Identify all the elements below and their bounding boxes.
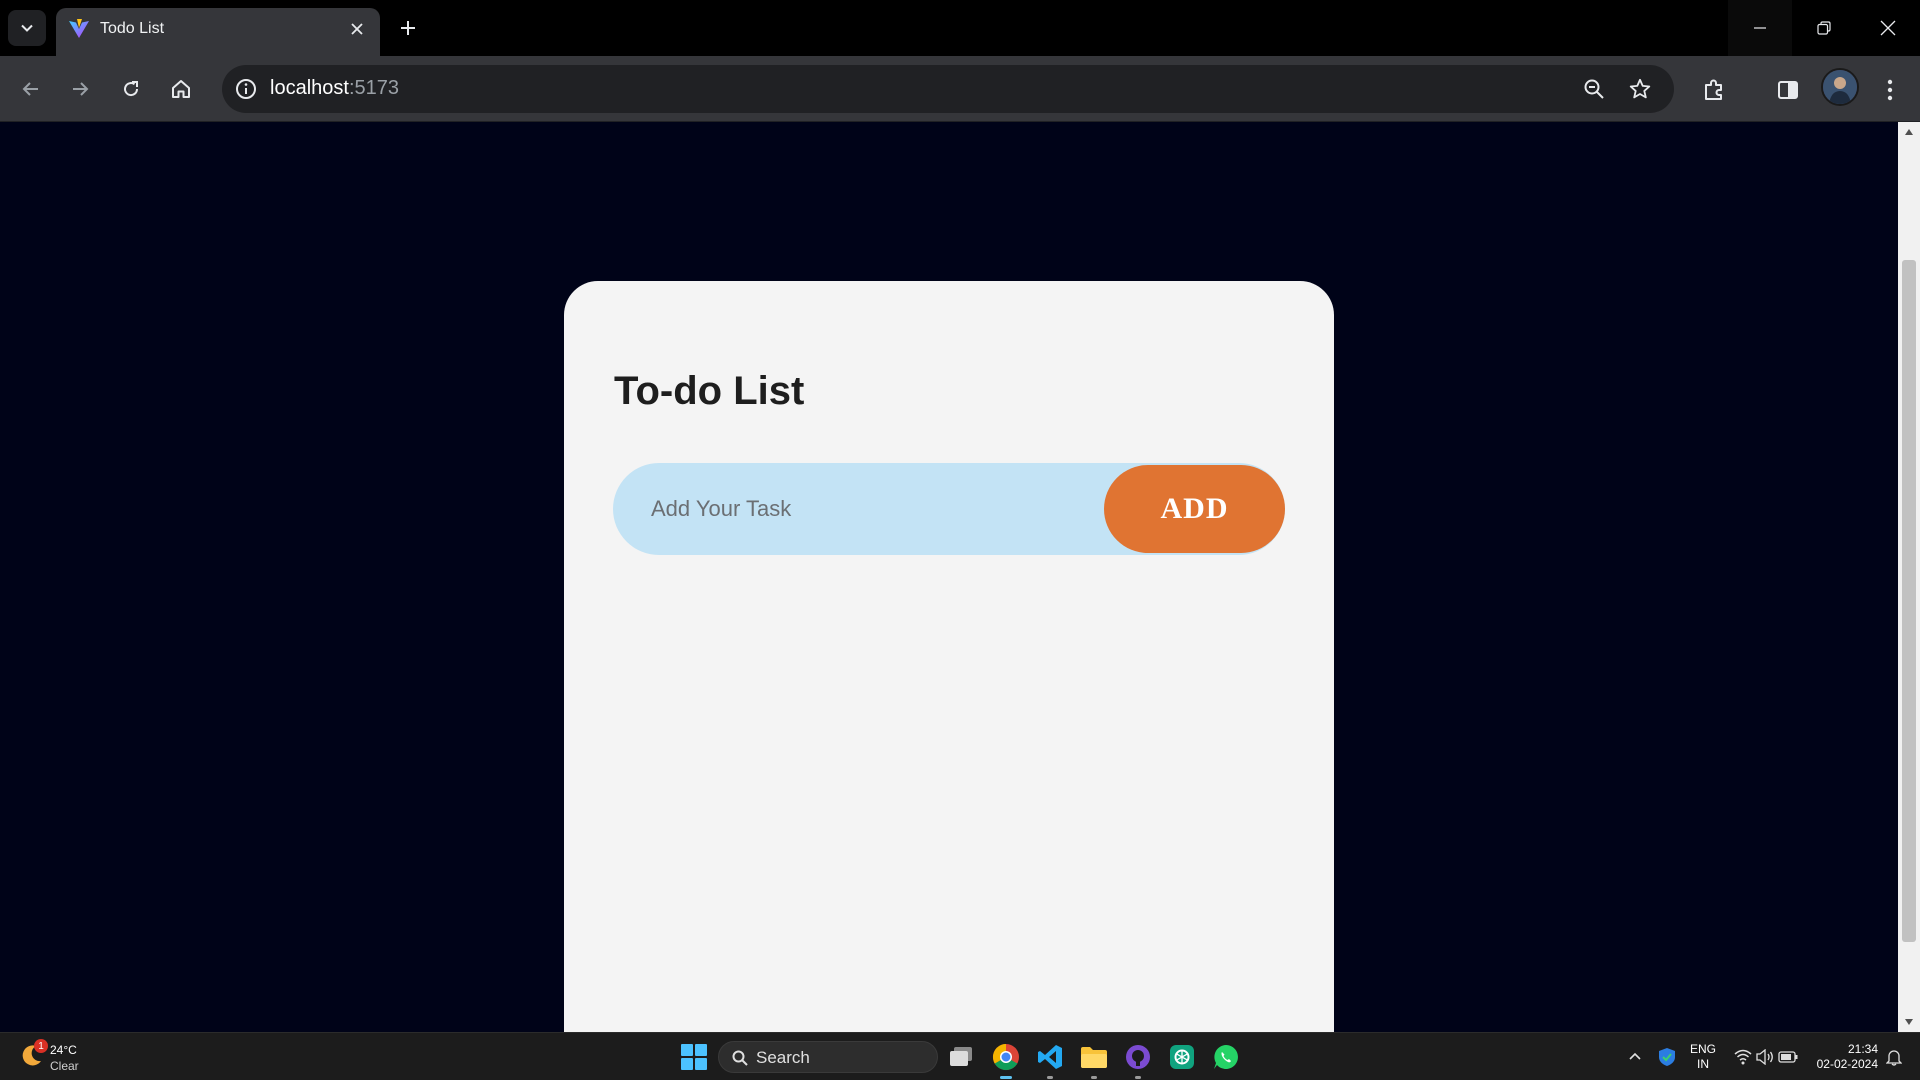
tab-todo-list[interactable]: Todo List (56, 8, 380, 56)
extensions-button[interactable] (1700, 76, 1728, 104)
volume-icon[interactable] (1756, 1049, 1774, 1065)
tab-title: Todo List (100, 20, 165, 37)
info-icon[interactable] (234, 77, 258, 101)
url-port: :5173 (348, 77, 399, 99)
arrow-left-icon (22, 82, 38, 96)
chevron-up-icon[interactable] (1628, 1051, 1642, 1061)
scroll-up-button[interactable] (1898, 122, 1920, 142)
active-indicator (1000, 1076, 1012, 1079)
task-input[interactable] (651, 463, 1091, 555)
home-icon (172, 80, 190, 98)
todo-card: To-do List ADD (564, 281, 1334, 1080)
search-icon (732, 1050, 748, 1066)
taskbar-chrome[interactable] (990, 1041, 1022, 1079)
scroll-thumb[interactable] (1902, 260, 1916, 942)
taskbar-whatsapp[interactable] (1210, 1041, 1242, 1073)
running-indicator (1135, 1076, 1141, 1079)
taskbar-github-desktop[interactable] (1122, 1041, 1154, 1079)
vscode-icon (1038, 1045, 1062, 1069)
wifi-icon[interactable] (1734, 1049, 1752, 1065)
tab-strip: Todo List (0, 0, 1920, 56)
running-indicator (1047, 1076, 1053, 1079)
task-input-row: ADD (613, 463, 1285, 555)
page-viewport: To-do List ADD (0, 122, 1898, 1080)
chatgpt-icon (1170, 1045, 1194, 1069)
running-indicator (1091, 1076, 1097, 1079)
side-panel-button[interactable] (1774, 76, 1802, 104)
language-code: ENG (1690, 1042, 1717, 1056)
whatsapp-icon (1214, 1045, 1238, 1069)
vite-logo-icon (69, 19, 89, 38)
close-icon (351, 23, 363, 35)
profile-avatar[interactable] (1821, 68, 1859, 106)
weather-temperature: 24°C (50, 1043, 77, 1057)
star-icon[interactable] (1628, 77, 1652, 101)
weather-condition: Clear (50, 1059, 79, 1073)
restore-button[interactable] (1792, 0, 1856, 56)
battery-icon[interactable] (1778, 1050, 1798, 1064)
chevron-down-icon (21, 24, 33, 32)
url-host: localhost (270, 77, 349, 99)
arrow-right-icon (73, 82, 89, 96)
weather-widget[interactable]: 1 24°C Clear (18, 1039, 98, 1075)
taskbar-search[interactable]: Search (718, 1041, 938, 1073)
menu-button[interactable] (1876, 76, 1904, 104)
tab-search-button[interactable] (8, 10, 46, 46)
scroll-down-button[interactable] (1898, 1012, 1920, 1032)
plus-icon (401, 21, 415, 35)
windows-taskbar: 1 24°C Clear Search ENG IN 21:34 02-02-2… (0, 1032, 1920, 1080)
weather-badge: 1 (34, 1039, 48, 1053)
user-avatar-icon (1823, 70, 1857, 104)
back-button[interactable] (14, 72, 48, 106)
page-title: To-do List (614, 369, 805, 413)
chrome-icon (992, 1043, 1019, 1071)
zoom-icon[interactable] (1582, 77, 1606, 101)
folder-icon (1081, 1047, 1107, 1068)
close-icon (1880, 20, 1896, 36)
github-icon (1126, 1045, 1150, 1069)
page-scrollbar[interactable] (1898, 122, 1920, 1032)
security-shield-icon[interactable] (1658, 1047, 1676, 1067)
minimize-button[interactable] (1728, 0, 1792, 56)
clock-date: 02-02-2024 (1816, 1057, 1878, 1071)
window-controls (1728, 0, 1920, 56)
minimize-icon (1754, 27, 1766, 29)
search-label: Search (756, 1048, 810, 1067)
forward-button[interactable] (63, 72, 97, 106)
add-task-button[interactable]: ADD (1104, 465, 1285, 553)
tab-close-button[interactable] (344, 16, 370, 42)
caret-down-icon (1905, 1019, 1913, 1025)
reload-button[interactable] (114, 72, 148, 106)
close-window-button[interactable] (1856, 0, 1920, 56)
caret-up-icon (1905, 129, 1913, 135)
language-indicator[interactable]: ENG IN (1690, 1042, 1716, 1072)
restore-icon (1817, 21, 1831, 35)
url-text[interactable]: localhost:5173 (270, 77, 399, 100)
taskbar-chatgpt[interactable] (1166, 1041, 1198, 1073)
home-button[interactable] (164, 72, 198, 106)
puzzle-piece-icon (1705, 79, 1722, 100)
notification-bell-icon[interactable] (1886, 1048, 1902, 1066)
side-panel-icon (1778, 81, 1798, 99)
browser-toolbar: localhost:5173 (0, 56, 1920, 122)
address-bar[interactable]: localhost:5173 (222, 65, 1674, 113)
clock-time: 21:34 (1847, 1042, 1878, 1056)
taskbar-vscode[interactable] (1034, 1041, 1066, 1079)
region-code: IN (1697, 1057, 1709, 1071)
windows-start-icon[interactable] (680, 1043, 708, 1071)
kebab-menu-icon (1887, 79, 1893, 101)
taskbar-file-explorer[interactable] (1078, 1041, 1110, 1079)
task-view-button[interactable] (946, 1041, 978, 1073)
new-tab-button[interactable] (392, 12, 424, 44)
reload-icon (124, 81, 139, 97)
task-view-icon (950, 1047, 972, 1066)
system-clock[interactable]: 21:34 02-02-2024 (1812, 1042, 1878, 1072)
